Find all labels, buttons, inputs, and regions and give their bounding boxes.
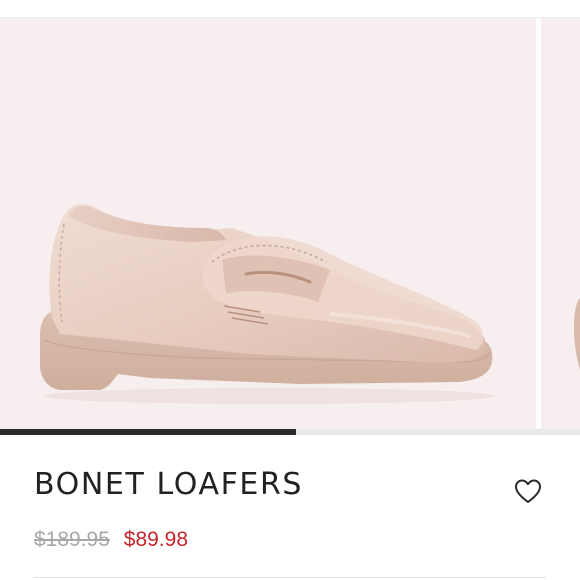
carousel-progress-fill <box>0 429 296 435</box>
carousel-progress-bar <box>0 429 580 435</box>
product-title: BONET LOAFERS <box>34 467 304 502</box>
loafer-image <box>40 203 495 404</box>
next-product-image[interactable] <box>541 18 580 429</box>
product-image[interactable] <box>0 18 536 429</box>
bottom-divider <box>34 577 546 578</box>
price-block: $189.95 $89.98 <box>34 528 188 552</box>
sale-price: $89.98 <box>123 528 188 551</box>
listing-page: BONET LOAFERS $189.95 $89.98 <box>0 0 580 580</box>
original-price: $189.95 <box>34 528 110 551</box>
loafer-image-partial <box>573 298 580 370</box>
heart-outline-icon <box>515 479 541 503</box>
image-carousel[interactable] <box>0 18 580 429</box>
like-button[interactable] <box>512 476 544 506</box>
